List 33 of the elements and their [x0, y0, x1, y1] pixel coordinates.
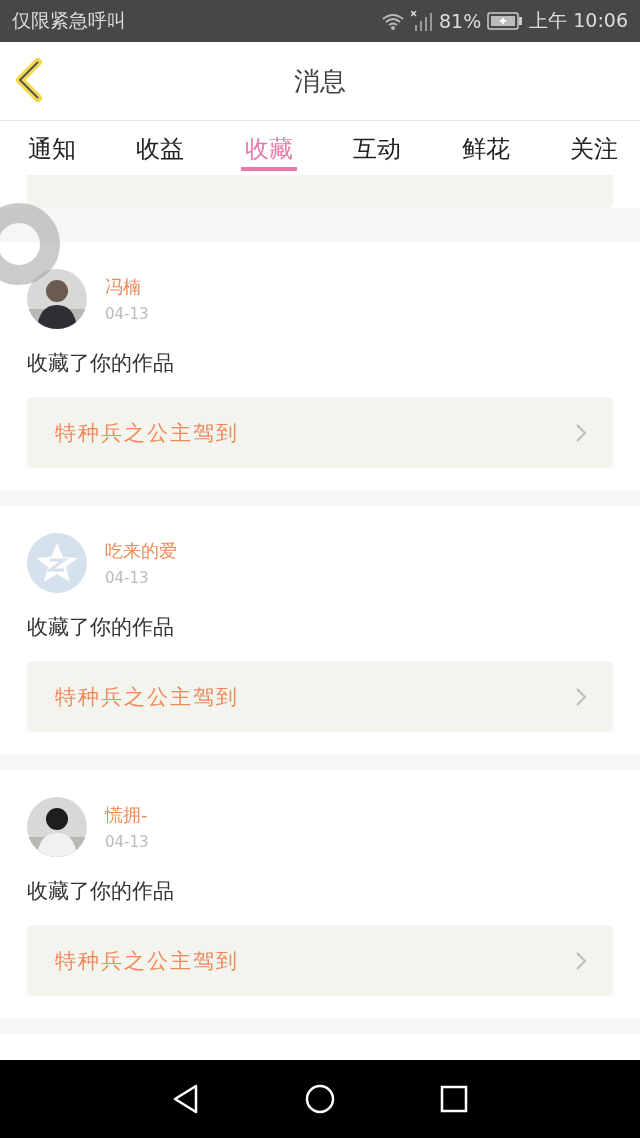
message-date: 04-13: [105, 833, 149, 851]
tab[interactable]: 鲜花: [457, 121, 514, 171]
message-text: 收藏了你的作品: [27, 878, 175, 905]
work-link[interactable]: 特种兵之公主驾到: [27, 925, 613, 996]
user-name[interactable]: 冯楠: [105, 275, 149, 299]
tab[interactable]: 关注: [565, 121, 622, 171]
default-avatar-icon: [27, 533, 87, 593]
message-date: 04-13: [105, 569, 150, 587]
battery-icon: [487, 12, 524, 30]
user-name[interactable]: 吃来的爱: [105, 539, 177, 563]
chevron-icon: [575, 950, 587, 971]
user-name[interactable]: 慌拥-: [105, 803, 149, 827]
back-button[interactable]: [14, 58, 44, 102]
message-date: 04-13: [105, 305, 149, 323]
clock: 上午 10:06: [529, 8, 628, 33]
tab[interactable]: 收益: [132, 121, 189, 171]
tab[interactable]: 收藏: [240, 121, 297, 171]
back-icon: [14, 58, 44, 102]
page-title: 消息: [294, 64, 346, 98]
chevron-icon: [575, 422, 587, 443]
message-text: 收藏了你的作品: [27, 614, 175, 641]
chevron-icon: [575, 686, 587, 707]
recents-nav-icon[interactable]: [439, 1085, 468, 1113]
battery-percent: 81%: [438, 10, 482, 32]
signal-icon: [410, 11, 433, 31]
wifi-icon: [380, 12, 405, 30]
home-nav-icon[interactable]: [305, 1084, 335, 1114]
tab[interactable]: 互动: [349, 121, 406, 171]
work-link[interactable]: 特种兵之公主驾到: [27, 397, 613, 468]
status-notice: 仅限紧急呼叫: [12, 8, 126, 33]
tab[interactable]: 通知: [24, 121, 80, 171]
message-text: 收藏了你的作品: [27, 350, 175, 377]
work-link[interactable]: 特种兵之公主驾到: [27, 661, 613, 732]
